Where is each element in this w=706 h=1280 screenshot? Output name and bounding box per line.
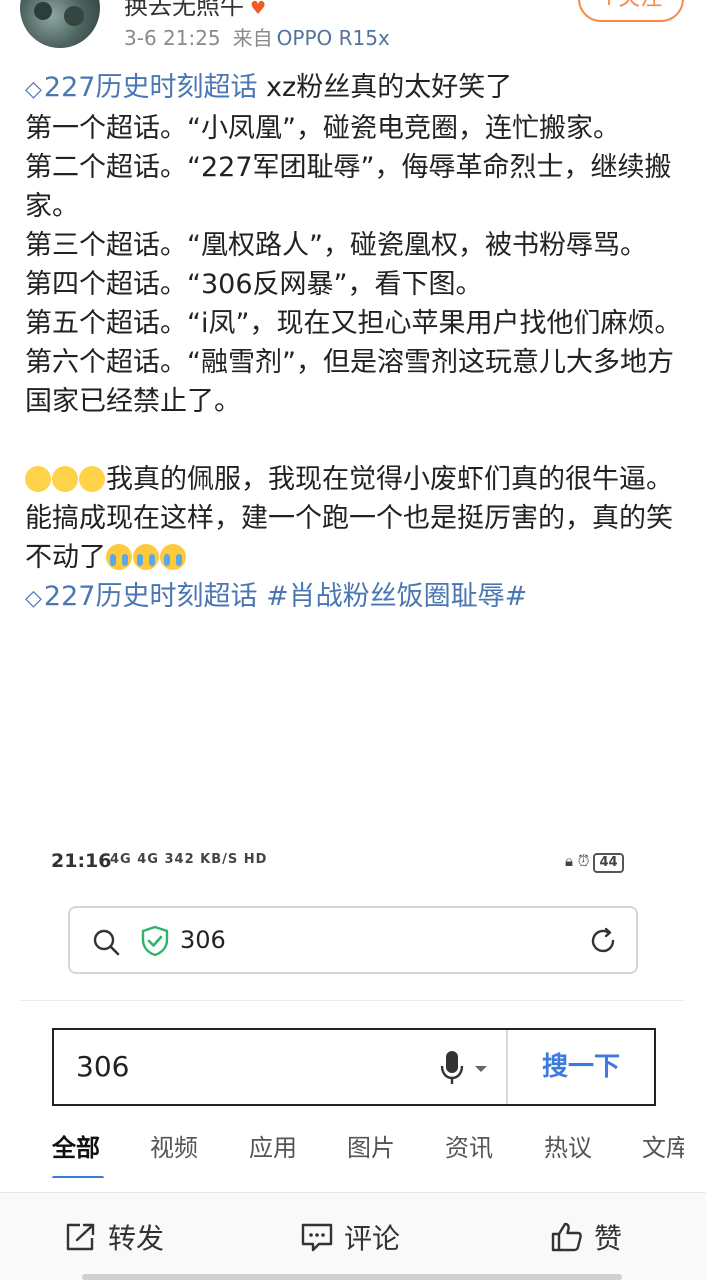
post-meta: 3-6 21:25 来自 OPPO R15x [124, 22, 390, 51]
gesture-bar[interactable] [82, 1274, 622, 1280]
repost-icon [66, 1223, 95, 1251]
username[interactable]: 换去无照牛 ♥ [124, 0, 266, 21]
microphone-icon[interactable] [439, 1050, 489, 1086]
alarm-icon: ⏰︎ [577, 852, 590, 870]
post-body: ◇227历史时刻超话 xz粉丝真的太好笑了 第一个超话。“小凤凰”，碰瓷电竞圈，… [19, 68, 689, 618]
diamond-icon: ◇ [25, 77, 42, 102]
post-line-3: 第二个超话。“227军团耻辱”，侮辱革命烈士，继续搬家。 [25, 152, 672, 222]
follow-button[interactable]: +关注 [578, 0, 684, 22]
reload-icon[interactable] [588, 926, 618, 956]
like-label: 赞 [594, 1222, 623, 1255]
post-line-6: 第五个超话。“i凤”，现在又担心苹果用户找他们麻烦。 [25, 308, 682, 339]
search-box[interactable]: 306 搜一下 [52, 1028, 656, 1106]
super-topic-text: 227历史时刻超话 [43, 581, 258, 612]
crying-laughing-emoji-icon [160, 544, 186, 570]
verified-badge-icon: ♥ [250, 0, 267, 19]
post-line-text: xz粉丝真的太好笑了 [257, 72, 513, 103]
search-input[interactable]: 306 [76, 1050, 129, 1083]
active-tab-underline [52, 1176, 104, 1178]
crying-laughing-emoji-icon [133, 544, 159, 570]
tab-news[interactable]: 资讯 [445, 1128, 493, 1163]
battery-indicator: 44 [593, 853, 624, 873]
divider [20, 1000, 684, 1001]
status-right-icons: 🔒︎ ⏰︎ 44 [565, 852, 624, 873]
comment-button[interactable]: 评论 [300, 1217, 400, 1257]
tab-images[interactable]: 图片 [347, 1128, 395, 1163]
tab-video[interactable]: 视频 [150, 1128, 198, 1163]
tab-hot-discussion[interactable]: 热议 [544, 1128, 592, 1163]
repost-button[interactable]: 转发 [64, 1217, 164, 1257]
shield-icon [141, 925, 169, 957]
avatar[interactable] [20, 0, 100, 48]
post-line-5: 第四个超话。“306反网暴”，看下图。 [25, 269, 483, 300]
status-bar: 21:16 4G 4G 342 KB/S HD 🔒︎ ⏰︎ 44 [20, 838, 684, 888]
diamond-icon: ◇ [25, 586, 42, 611]
signal-icons: 4G 4G 342 KB/S HD [110, 852, 268, 867]
tab-library[interactable]: 文库 [642, 1128, 684, 1163]
source-device-link[interactable]: OPPO R15x [277, 26, 390, 50]
super-topic-link-2[interactable]: ◇227历史时刻超话 [25, 581, 257, 612]
thumbs-up-icon [551, 1222, 582, 1252]
crying-laughing-emoji-icon [106, 544, 132, 570]
search-tabs: 全部 视频 应用 图片 资讯 热议 文库 [52, 1128, 684, 1178]
post-paragraph-2: 我真的佩服，我现在觉得小废虾们真的很牛逼。能搞成现在这样，建一个跑一个也是挺厉害… [19, 460, 689, 577]
username-text: 换去无照牛 [124, 0, 244, 20]
comment-icon [301, 1223, 333, 1252]
post-line-4: 第三个超话。“凰权路人”，碰瓷凰权，被书粉辱骂。 [25, 230, 647, 261]
source-prefix: 来自 [232, 26, 273, 50]
lock-icon: 🔒︎ [565, 852, 573, 870]
like-button[interactable]: 赞 [550, 1217, 622, 1257]
post-line-1: ◇227历史时刻超话 xz粉丝真的太好笑了 [25, 68, 689, 109]
super-topic-link[interactable]: ◇227历史时刻超话 [25, 72, 257, 103]
shrug-emoji-icon [73, 466, 111, 492]
tab-apps[interactable]: 应用 [249, 1128, 297, 1163]
comment-label: 评论 [344, 1222, 401, 1255]
embedded-screenshot[interactable]: 21:16 4G 4G 342 KB/S HD 🔒︎ ⏰︎ 44 306 306 … [20, 838, 684, 1188]
post-footer-topics: ◇227历史时刻超话 #肖战粉丝饭圈耻辱# [25, 577, 689, 618]
search-icon [93, 929, 120, 956]
search-submit-button[interactable]: 搜一下 [508, 1030, 654, 1104]
post-timestamp: 3-6 21:25 [124, 26, 221, 50]
shrug-emoji-icon [19, 466, 57, 492]
post-line-2: 第一个超话。“小凤凰”，碰瓷电竞圈，连忙搬家。 [25, 113, 620, 144]
post-line-7: 第六个超话。“融雪剂”，但是溶雪剂这玩意儿大多地方国家已经禁止了。 [25, 347, 674, 417]
browser-address-bar[interactable]: 306 [68, 906, 638, 974]
tab-all[interactable]: 全部 [52, 1128, 100, 1163]
action-bar: 转发 评论 赞 [0, 1192, 706, 1280]
address-text[interactable]: 306 [180, 926, 226, 954]
shrug-emoji-icon [46, 466, 84, 492]
hashtag-link[interactable]: #肖战粉丝饭圈耻辱# [266, 581, 527, 612]
status-time: 21:16 [51, 850, 112, 872]
repost-label: 转发 [108, 1222, 165, 1255]
super-topic-text: 227历史时刻超话 [43, 72, 258, 103]
